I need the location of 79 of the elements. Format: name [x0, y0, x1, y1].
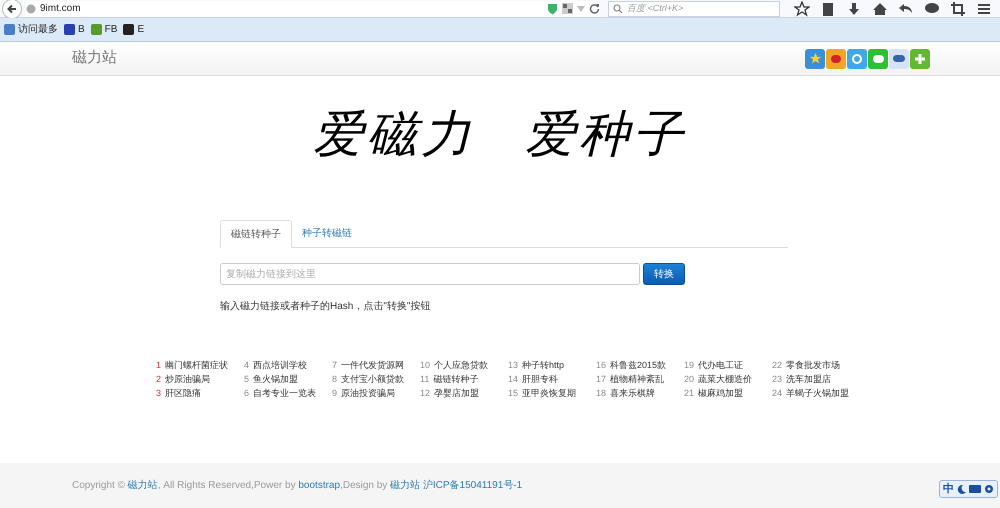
rank-number: 14	[508, 373, 518, 386]
rank-number: 12	[420, 387, 430, 400]
hot-search-link[interactable]: 零食批发市场	[786, 359, 840, 372]
handwritten-slogan: 爱磁力	[313, 104, 475, 164]
ime-mode-button[interactable]: 中	[943, 480, 954, 498]
footer-link[interactable]: bootstrap	[298, 480, 340, 491]
rank-number: 10	[420, 359, 430, 372]
footer-link[interactable]: 磁力站 沪ICP备15041191号-1	[390, 480, 522, 491]
back-arrow-icon	[7, 4, 17, 14]
home-icon[interactable]	[872, 0, 888, 16]
rank-number: 9	[332, 387, 338, 400]
url-field[interactable]: 9imt.com	[26, 0, 600, 16]
rank-number: 21	[684, 387, 694, 400]
hot-search-link[interactable]: 孕婴店加盟	[434, 387, 480, 400]
rank-number: 18	[596, 387, 606, 400]
hot-search-link[interactable]: 幽门螺杆菌症状	[165, 359, 228, 372]
hot-search-link[interactable]: 喜来乐棋牌	[610, 387, 656, 400]
rank-number: 2	[156, 373, 162, 386]
rank-number: 17	[596, 373, 606, 386]
rank-number: 24	[772, 387, 782, 400]
tab[interactable]: 种子转磁链	[292, 220, 362, 247]
hot-search-link[interactable]: 科鲁兹2015款	[610, 359, 666, 372]
shield-icon	[547, 2, 558, 14]
hot-search-link[interactable]: 椒麻鸡加盟	[698, 387, 744, 400]
hot-search-link[interactable]: 肝胆专科	[522, 373, 558, 386]
rank-number: 11	[420, 373, 430, 386]
rank-number: 13	[508, 359, 518, 372]
crop-icon[interactable]	[950, 0, 966, 16]
hot-search-link[interactable]: 洗车加盟店	[786, 373, 832, 386]
qr-code-icon	[562, 3, 573, 14]
star-icon[interactable]	[794, 0, 810, 16]
rank-number: 16	[596, 359, 606, 372]
convert-button[interactable]: 转换	[643, 263, 685, 285]
handwritten-slogan: 爱种子	[525, 104, 687, 164]
hot-search-link[interactable]: 植物精神紊乱	[610, 373, 664, 386]
hot-search-link[interactable]: 自考专业一览表	[253, 387, 316, 400]
hot-search-link[interactable]: 一件代发货源网	[341, 359, 404, 372]
rank-number: 20	[684, 373, 694, 386]
hot-search-link[interactable]: 支付宝小额贷款	[341, 373, 404, 386]
hot-search-link[interactable]: 炒原油骗局	[165, 373, 210, 386]
footer-link[interactable]: 磁力站	[128, 480, 158, 491]
rank-number: 1	[156, 359, 162, 372]
hot-search-link[interactable]: 亚甲炎恢复期	[522, 387, 576, 400]
bookmark-link[interactable]: B	[78, 22, 85, 37]
rank-number: 15	[508, 387, 518, 400]
hot-search-link[interactable]: 代办电工证	[698, 359, 744, 372]
rank-number: 3	[156, 387, 162, 400]
rank-number: 19	[684, 359, 694, 372]
rank-number: 23	[772, 373, 782, 386]
search-icon	[613, 4, 623, 14]
hot-search-link[interactable]: 肝区隐痛	[165, 387, 202, 400]
rank-number: 8	[332, 373, 338, 386]
hot-search-link[interactable]: 磁链转种子	[433, 373, 478, 386]
copyright-text: Copyright © 磁力站, All Rights Reserved,Power by bootstrap,Design by 磁力站 沪ICP备15041191号-1	[72, 478, 522, 493]
reload-icon[interactable]	[589, 3, 600, 14]
dropdown-icon	[577, 6, 585, 12]
moon-icon[interactable]	[957, 484, 966, 494]
hot-search-link[interactable]: 鱼火锅加盟	[253, 373, 298, 386]
bookmark-link[interactable]: FB	[104, 22, 118, 37]
rank-number: 7	[332, 359, 338, 372]
site-brand[interactable]: 磁力站	[72, 47, 117, 70]
hot-search-link[interactable]: 个人应急贷款	[434, 359, 488, 372]
rank-number: 6	[244, 387, 250, 400]
hot-search-link[interactable]: 蔬菜大棚造价	[698, 373, 752, 386]
back-button[interactable]	[2, 0, 22, 18]
rank-number: 5	[244, 373, 250, 386]
magnet-link-field[interactable]: 复制磁力链接到这里	[220, 263, 640, 285]
help-text: 输入磁力链接或者种子的Hash，点击"转换"按钮	[220, 300, 432, 314]
bookmark-link[interactable]: E	[137, 22, 144, 37]
bookmark-link[interactable]: 访问最多	[18, 22, 58, 37]
tab[interactable]: 磁链转种子	[220, 220, 292, 248]
hot-search-link[interactable]: 羊蝎子火锅加盟	[786, 387, 850, 400]
rank-number: 22	[772, 359, 782, 372]
hot-search-link[interactable]: 原油投资骗局	[341, 387, 396, 400]
star-share-icon[interactable]	[805, 48, 825, 68]
download-icon[interactable]	[846, 0, 862, 16]
hot-search-link[interactable]: 种子转http	[522, 359, 564, 372]
rank-number: 4	[244, 359, 250, 372]
hot-search-link[interactable]: 西点培训学校	[253, 359, 308, 372]
